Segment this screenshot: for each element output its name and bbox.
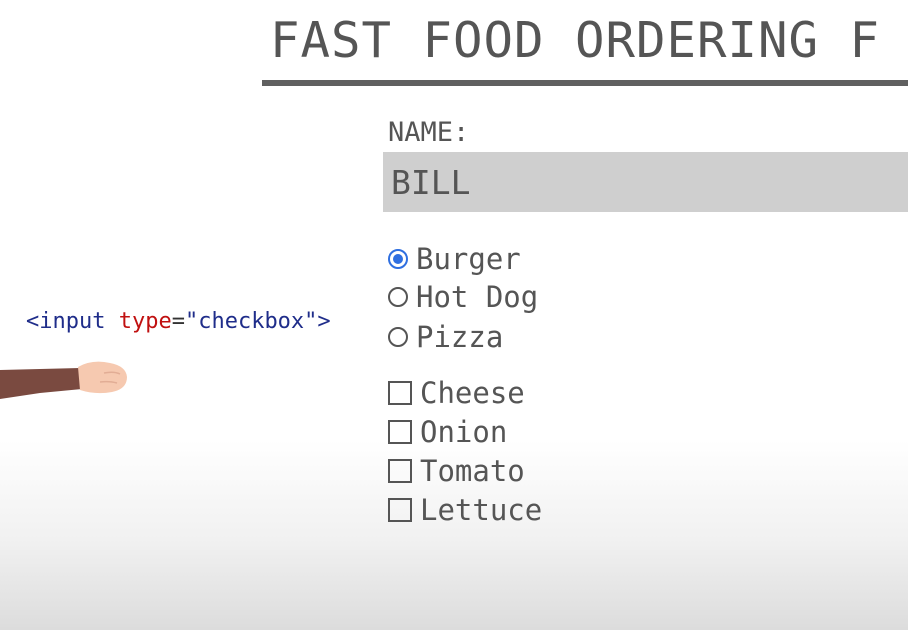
code-annotation: <input type="checkbox"> — [26, 309, 331, 334]
pointing-arm-icon — [0, 361, 127, 399]
code-close-bracket: > — [317, 309, 331, 334]
checkbox-option-lettuce[interactable]: Lettuce — [388, 493, 542, 527]
checkbox-icon[interactable] — [388, 420, 412, 444]
checkbox-label-onion: Onion — [420, 415, 508, 449]
radio-option-hot-dog[interactable]: Hot Dog — [388, 280, 538, 314]
checkbox-option-cheese[interactable]: Cheese — [388, 376, 525, 410]
radio-label-burger: Burger — [416, 242, 521, 276]
checkbox-option-onion[interactable]: Onion — [388, 415, 507, 449]
name-input[interactable] — [383, 152, 908, 212]
code-attribute-name: type — [118, 309, 172, 334]
name-label: NAME: — [388, 117, 470, 148]
code-attribute-value: "checkbox" — [184, 309, 318, 334]
checkbox-icon[interactable] — [388, 381, 412, 405]
title-underline — [262, 80, 908, 86]
radio-label-pizza: Pizza — [416, 320, 504, 354]
radio-icon[interactable] — [388, 327, 408, 347]
checkbox-label-lettuce: Lettuce — [420, 493, 543, 527]
code-equals: = — [171, 309, 185, 334]
checkbox-label-cheese: Cheese — [420, 376, 525, 410]
checkbox-icon[interactable] — [388, 498, 412, 522]
code-tag-name: input — [39, 309, 106, 334]
code-open-bracket: < — [26, 309, 40, 334]
checkbox-label-tomato: Tomato — [420, 454, 525, 488]
radio-selected-icon[interactable] — [388, 249, 408, 269]
radio-icon[interactable] — [388, 287, 408, 307]
radio-option-pizza[interactable]: Pizza — [388, 320, 503, 354]
checkbox-icon[interactable] — [388, 459, 412, 483]
page-title: FAST FOOD ORDERING F — [270, 12, 881, 69]
checkbox-option-tomato[interactable]: Tomato — [388, 454, 525, 488]
radio-label-hot-dog: Hot Dog — [416, 280, 539, 314]
radio-option-burger[interactable]: Burger — [388, 242, 521, 276]
